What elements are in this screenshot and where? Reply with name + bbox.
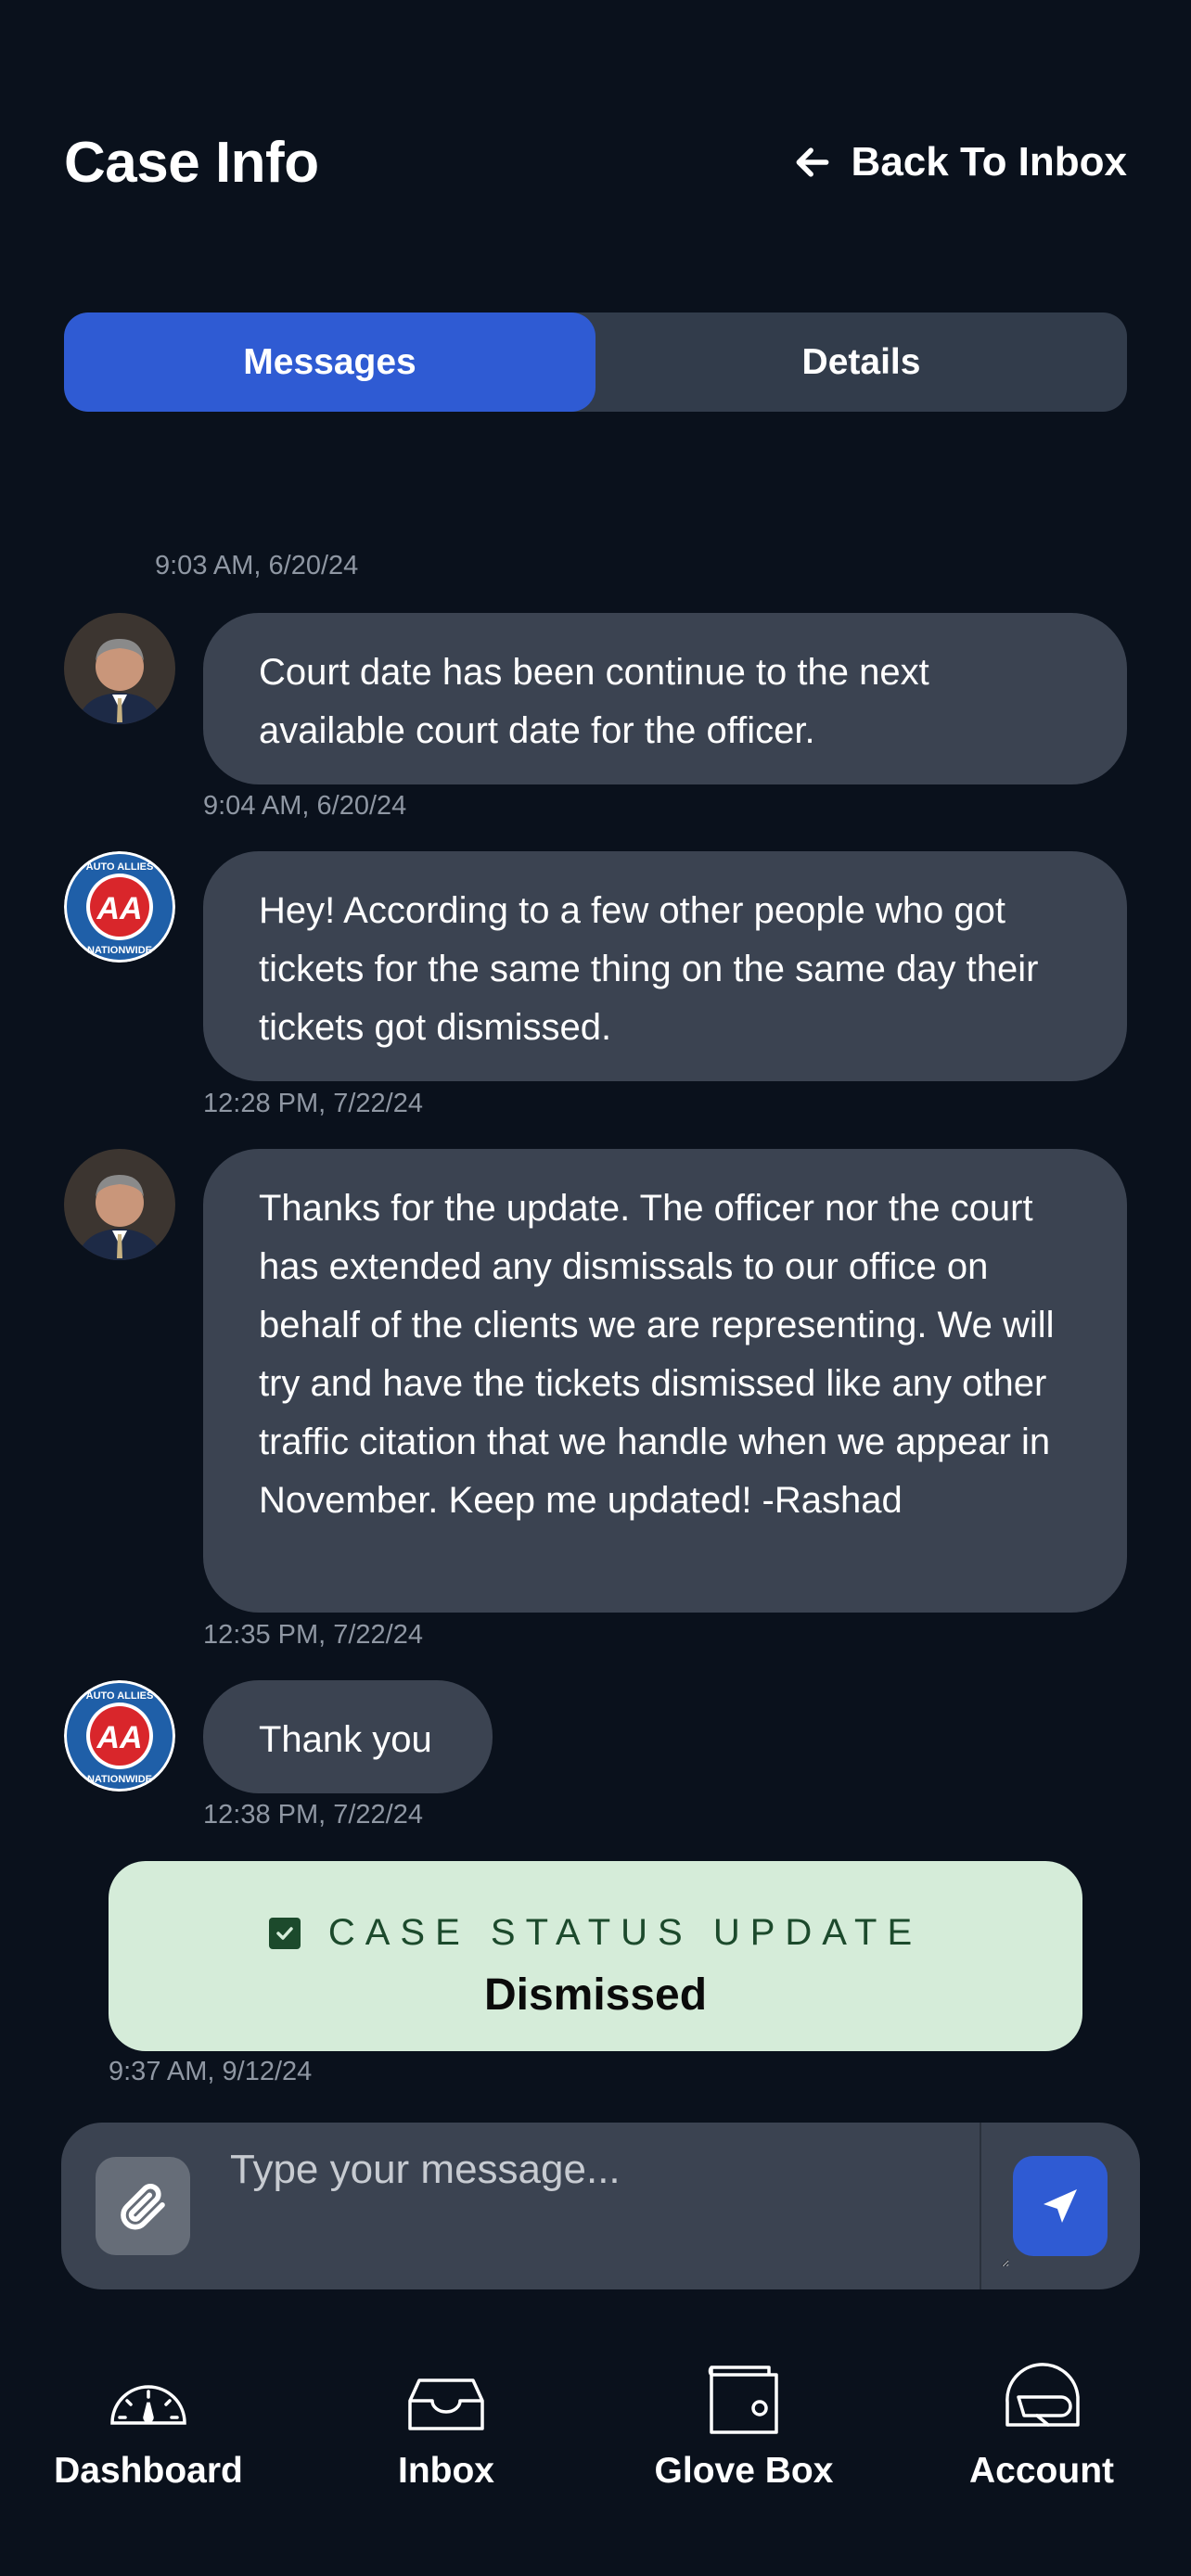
wallet-icon — [708, 2366, 778, 2434]
back-to-inbox-link[interactable]: Back To Inbox — [792, 139, 1127, 185]
helmet-icon — [1005, 2363, 1080, 2427]
arrow-left-icon — [796, 147, 828, 177]
svg-text:AA: AA — [96, 1720, 142, 1755]
message-input[interactable] — [230, 2147, 1009, 2267]
message-bubble: Court date has been continue to the next… — [203, 613, 1127, 784]
svg-text:NATIONWIDE: NATIONWIDE — [87, 1774, 152, 1785]
svg-text:AA: AA — [96, 891, 142, 926]
page-title: Case Info — [64, 131, 319, 195]
attorney-avatar — [64, 613, 175, 724]
status-heading-label: CASE STATUS UPDATE — [327, 1912, 923, 1953]
attach-button[interactable] — [96, 2157, 190, 2255]
message-timestamp: 12:35 PM, 7/22/24 — [203, 1620, 423, 1650]
nav-glove-box[interactable]: Glove Box — [633, 2360, 855, 2492]
tab-messages[interactable]: Messages — [64, 312, 596, 412]
composer-divider — [980, 2123, 981, 2289]
attorney-avatar — [64, 1149, 175, 1260]
message-bubble: Hey! According to a few other people who… — [203, 851, 1127, 1081]
send-icon — [1044, 2189, 1077, 2223]
tab-bar: Messages Details — [64, 312, 1127, 412]
message-timestamp: 12:38 PM, 7/22/24 — [203, 1800, 423, 1830]
nav-dashboard[interactable]: Dashboard — [37, 2360, 260, 2492]
message-bubble: Thank you — [203, 1680, 493, 1793]
inbox-icon — [408, 2378, 484, 2430]
status-timestamp: 9:37 AM, 9/12/24 — [109, 2057, 313, 2086]
message-timestamp: 12:28 PM, 7/22/24 — [203, 1089, 423, 1118]
message-timestamp: 9:03 AM, 6/20/24 — [155, 551, 359, 580]
status-heading: CASE STATUS UPDATE — [109, 1912, 1082, 1954]
auto-allies-logo-avatar: AA AUTO ALLIES NATIONWIDE — [64, 851, 175, 963]
paperclip-icon — [121, 2184, 165, 2230]
svg-text:AUTO ALLIES: AUTO ALLIES — [86, 1690, 154, 1702]
message-composer — [61, 2123, 1140, 2289]
nav-label: Account — [969, 2451, 1114, 2491]
svg-text:NATIONWIDE: NATIONWIDE — [87, 945, 152, 956]
nav-label: Glove Box — [654, 2451, 834, 2491]
case-status-card: CASE STATUS UPDATE Dismissed — [109, 1861, 1082, 2051]
svg-text:AUTO ALLIES: AUTO ALLIES — [86, 861, 154, 873]
message-bubble: Thanks for the update. The officer nor t… — [203, 1149, 1127, 1613]
nav-label: Inbox — [398, 2451, 494, 2491]
tab-details[interactable]: Details — [596, 312, 1127, 412]
nav-account[interactable]: Account — [930, 2360, 1153, 2492]
nav-label: Dashboard — [54, 2451, 243, 2491]
nav-inbox[interactable]: Inbox — [335, 2360, 557, 2492]
checkbox-checked-icon — [268, 1917, 301, 1949]
status-value: Dismissed — [483, 1970, 708, 2020]
gauge-icon — [110, 2385, 186, 2425]
message-timestamp: 9:04 AM, 6/20/24 — [203, 791, 407, 821]
send-button[interactable] — [1013, 2156, 1108, 2256]
back-link-label: Back To Inbox — [851, 139, 1127, 185]
auto-allies-logo-avatar: AA AUTO ALLIES NATIONWIDE — [64, 1680, 175, 1792]
